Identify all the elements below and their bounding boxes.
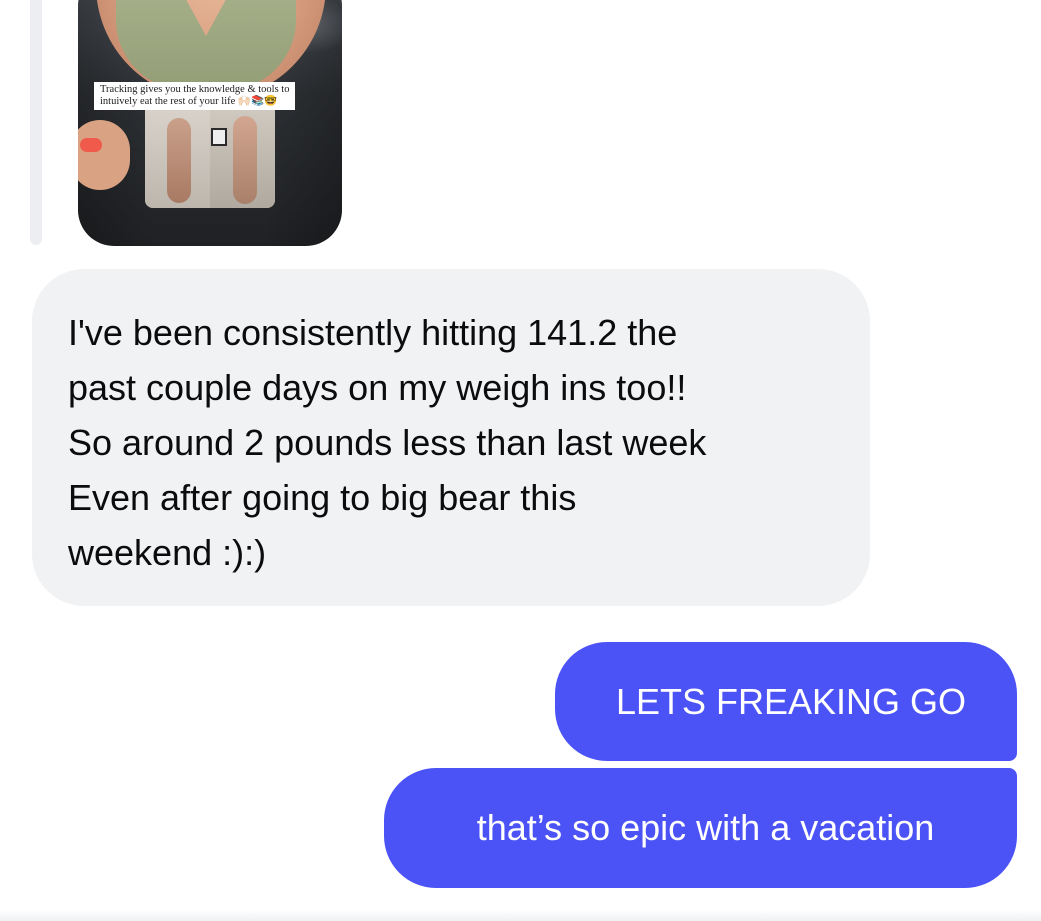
incoming-message-bubble[interactable]: I've been consistently hitting 141.2 the… (32, 269, 870, 606)
story-person-nails (80, 138, 102, 152)
message-text: that’s so epic with a vacation (476, 807, 935, 848)
story-person-arm (78, 120, 130, 190)
message-text: LETS FREAKING GO (615, 681, 967, 722)
chat-thread: Tracking gives you the knowledge & tools… (0, 0, 1041, 921)
story-reply-preview[interactable]: Tracking gives you the knowledge & tools… (78, 0, 342, 246)
message-line: past couple days on my weigh ins too!! (68, 367, 687, 408)
story-caption-line-1: Tracking gives you the knowledge & tools… (100, 84, 290, 95)
story-progress-photo (145, 108, 275, 208)
message-line: I've been consistently hitting 141.2 the (68, 312, 678, 353)
composer-edge (0, 910, 1041, 921)
story-caption-line-2: intuively eat the rest of your life 🙌🏻📚🤓 (100, 96, 278, 107)
story-reply-bar (30, 0, 42, 245)
message-line: weekend :):) (68, 532, 267, 573)
story-caption: Tracking gives you the knowledge & tools… (94, 82, 296, 110)
outgoing-message-bubble[interactable]: LETS FREAKING GO (555, 642, 1017, 761)
message-line: Even after going to big bear this (68, 477, 577, 518)
progress-photo-wall-frame (211, 128, 227, 146)
progress-photo-figure-after (233, 116, 257, 204)
outgoing-message-bubble[interactable]: that’s so epic with a vacation (384, 768, 1017, 888)
message-line: So around 2 pounds less than last week (68, 422, 707, 463)
progress-photo-figure-before (167, 118, 191, 203)
